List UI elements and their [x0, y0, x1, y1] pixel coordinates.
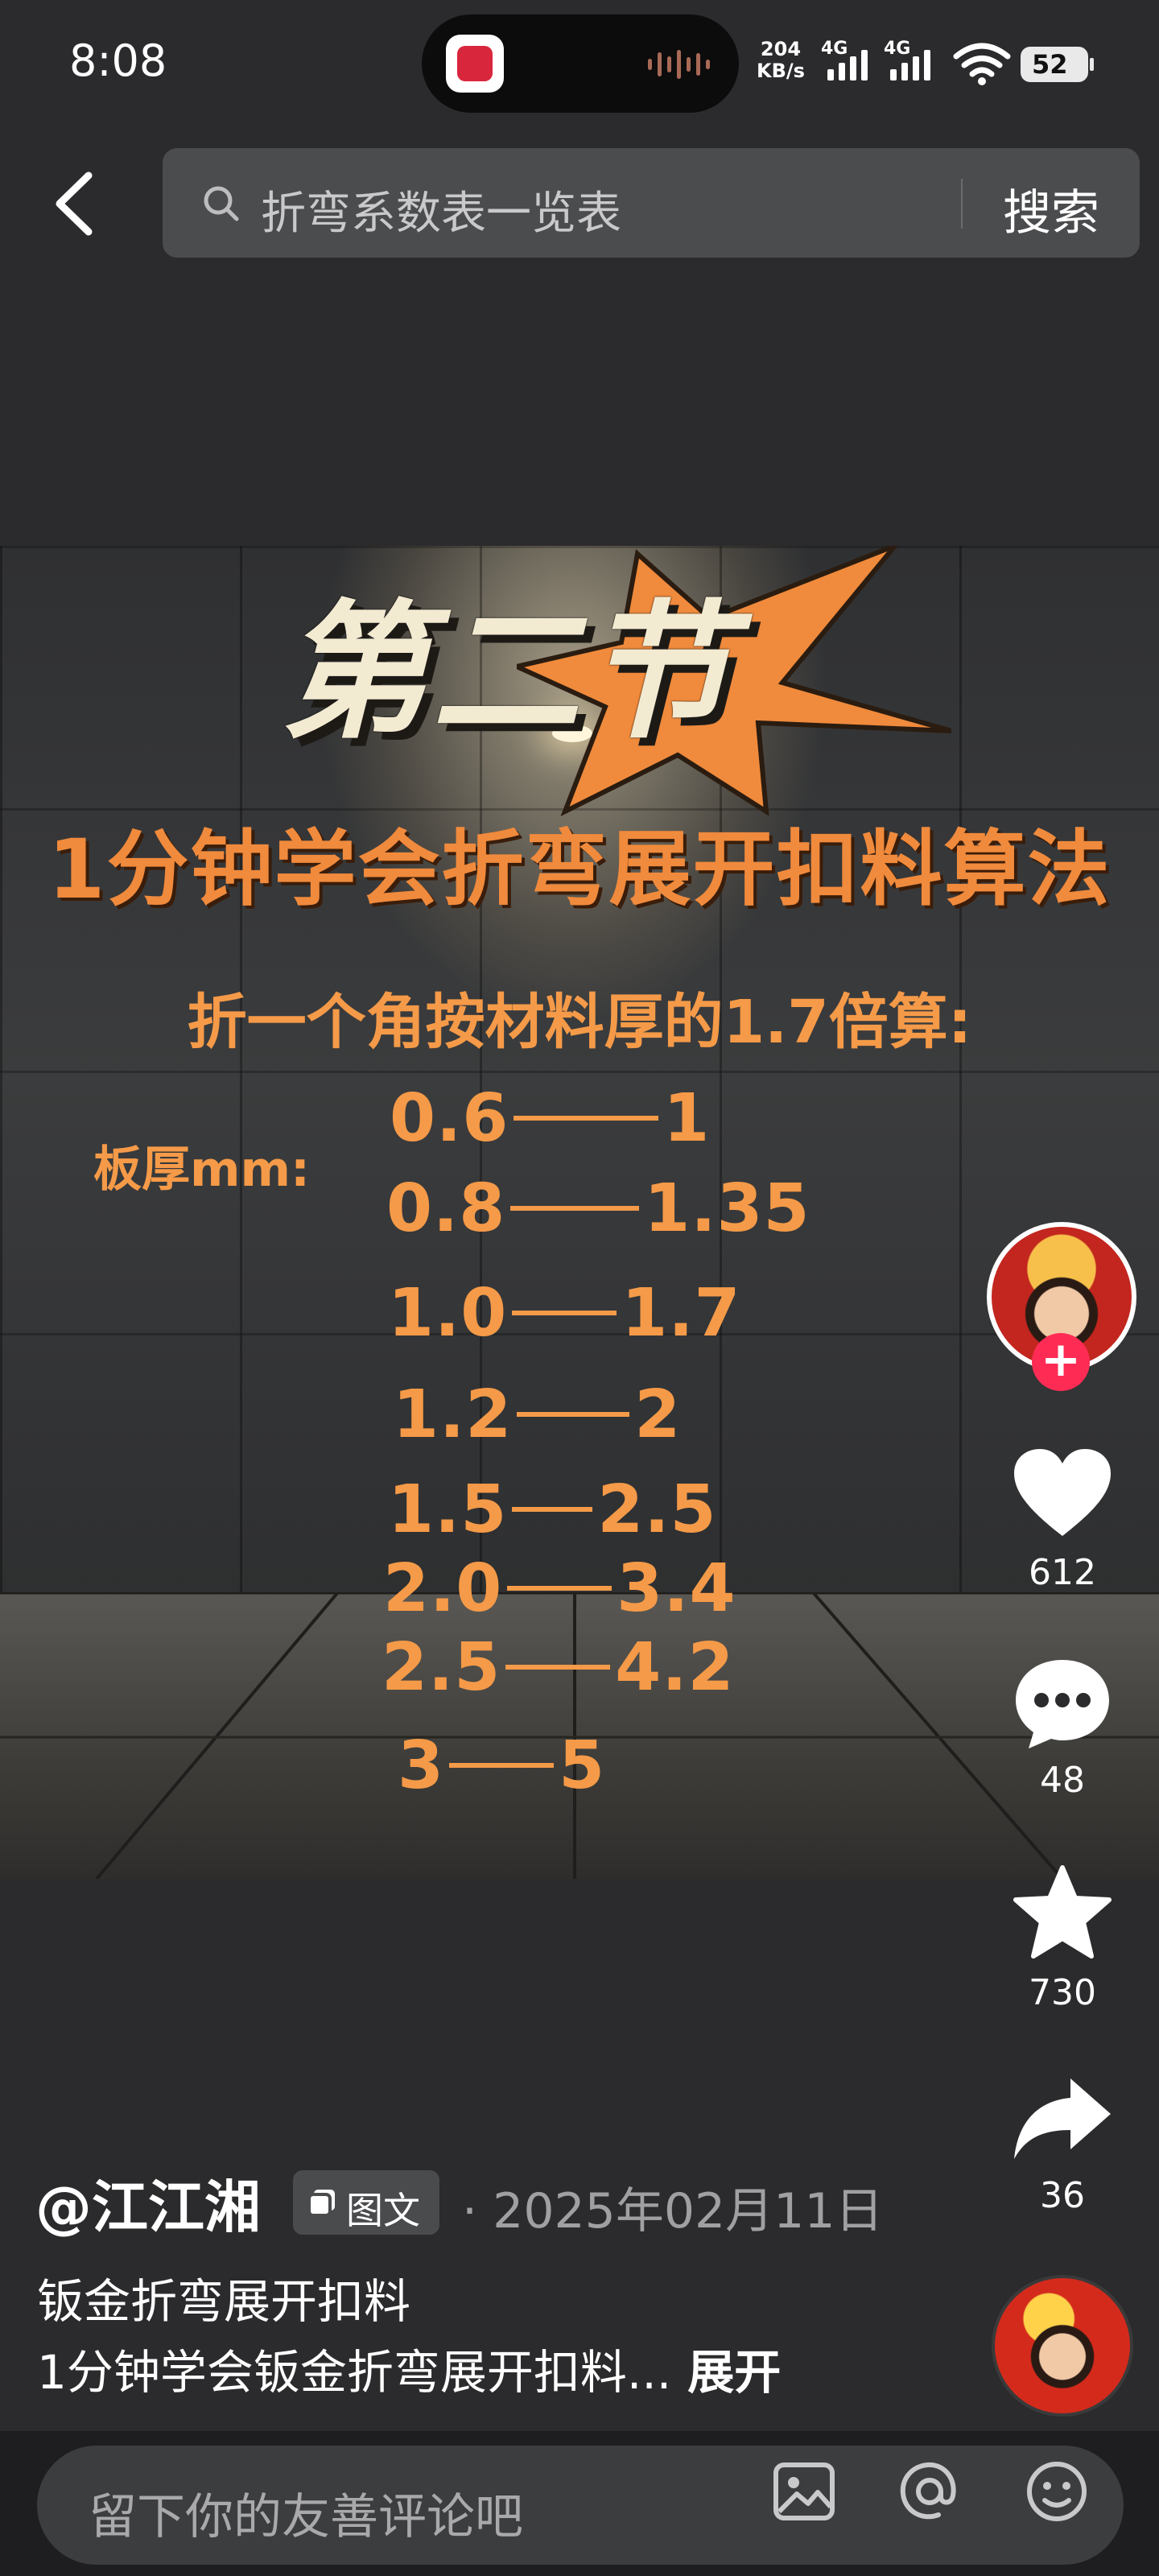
table-row: 2.5 4.2 — [382, 1629, 735, 1706]
expand-button[interactable]: 展开 — [687, 2345, 781, 2400]
deduction-value: 5 — [559, 1728, 606, 1804]
search-bar[interactable]: 折弯系数表一览表 搜索 — [163, 148, 1140, 258]
share-arrow-icon[interactable] — [1011, 2072, 1114, 2169]
wifi-icon — [953, 43, 1011, 85]
music-disc[interactable] — [992, 2275, 1133, 2417]
row-dash — [510, 1205, 640, 1211]
deduction-value: 3.4 — [617, 1550, 736, 1627]
network-speed-value: 204 — [760, 38, 802, 60]
search-button[interactable]: 搜索 — [1003, 174, 1099, 244]
table-row: 1.5 2.5 — [388, 1472, 717, 1548]
comment-bubble-icon[interactable] — [1011, 1655, 1114, 1752]
battery-indicator: 52 — [1021, 47, 1094, 82]
post-type-badge: 图文 — [293, 2170, 439, 2235]
headline: 第二节 — [280, 587, 735, 759]
table-row: 0.6 1 — [390, 1080, 710, 1157]
row-dash — [517, 1411, 630, 1417]
status-time: 8:08 — [69, 35, 167, 86]
network-speed: 204 KB/s — [757, 39, 805, 82]
deduction-value: 1.7 — [621, 1275, 741, 1352]
search-divider — [961, 179, 963, 229]
post-type-label: 图文 — [346, 2189, 420, 2232]
table-row: 35 — [398, 1728, 605, 1804]
image-icon[interactable] — [769, 2457, 839, 2526]
table-row: 0.8 1.35 — [386, 1170, 810, 1247]
emoji-icon[interactable] — [1022, 2457, 1091, 2526]
thickness-value: 1.5 — [388, 1472, 508, 1548]
author-name[interactable]: @江江湘 — [35, 2162, 261, 2244]
thickness-value: 1.0 — [388, 1275, 508, 1352]
cellular-signal-1-icon: 4G — [821, 39, 871, 84]
dynamic-island[interactable] — [422, 14, 739, 113]
cellular-signal-2-icon: 4G — [884, 39, 934, 84]
table-row: 1.0 1.7 — [388, 1275, 741, 1352]
battery-level: 52 — [1032, 49, 1068, 80]
deduction-value: 2 — [634, 1377, 682, 1453]
thickness-label: 板厚mm: — [93, 1141, 311, 1198]
status-bar: 8:08 204 KB/s 4G 4G 52 — [0, 0, 1159, 121]
deduction-value: 1 — [663, 1080, 711, 1157]
chevron-left-icon[interactable] — [48, 169, 105, 238]
network-speed-unit: KB/s — [757, 60, 805, 82]
post-image[interactable]: 第二节 1分钟学会折弯展开扣料算法 折一个角按材料厚的1.7倍算: 板厚mm: … — [0, 546, 1159, 1879]
thickness-value: 1.2 — [393, 1377, 513, 1453]
comment-count: 48 — [1040, 1760, 1085, 1801]
post-title: 钣金折弯展开扣料 — [37, 2274, 411, 2329]
gallery-icon — [307, 2190, 335, 2217]
comment-placeholder: 留下你的友善评论吧 — [89, 2489, 523, 2545]
search-input[interactable]: 折弯系数表一览表 — [261, 177, 621, 242]
thickness-value: 0.8 — [386, 1170, 506, 1247]
thickness-value: 2.0 — [383, 1550, 503, 1627]
thickness-value: 3 — [398, 1728, 445, 1804]
row-dash — [507, 1585, 612, 1591]
like-count: 612 — [1029, 1552, 1096, 1593]
post-date: · 2025年02月11日 — [462, 2183, 884, 2240]
app-logo-icon — [446, 35, 504, 93]
share-count: 36 — [1040, 2175, 1085, 2216]
search-icon — [204, 186, 239, 221]
row-dash — [449, 1762, 555, 1768]
post-description: 1分钟学会钣金折弯展开扣料... 展开 — [37, 2334, 781, 2402]
star-icon[interactable] — [1011, 1864, 1114, 1961]
heart-icon[interactable] — [1011, 1446, 1114, 1542]
row-dash — [512, 1506, 593, 1512]
thickness-value: 2.5 — [382, 1629, 501, 1706]
row-dash — [512, 1310, 617, 1315]
comment-bar: 留下你的友善评论吧 — [0, 2431, 1159, 2576]
post-body: 1分钟学会钣金折弯展开扣料... — [37, 2345, 672, 2400]
deduction-value: 1.35 — [644, 1170, 810, 1247]
audio-wave-icon — [648, 50, 710, 79]
post-subtitle: 1分钟学会折弯展开扣料算法 — [47, 822, 1112, 918]
thickness-value: 0.6 — [390, 1080, 509, 1157]
table-row: 1.2 2 — [393, 1377, 681, 1453]
post-rule: 折一个角按材料厚的1.7倍算: — [187, 988, 972, 1057]
deduction-value: 4.2 — [615, 1629, 735, 1706]
plus-icon[interactable]: + — [1032, 1333, 1090, 1391]
favorite-count: 730 — [1029, 1972, 1096, 2013]
row-dash — [514, 1115, 659, 1121]
row-dash — [505, 1664, 611, 1670]
at-mention-icon[interactable] — [895, 2457, 964, 2526]
deduction-value: 2.5 — [597, 1472, 717, 1548]
table-row: 2.0 3.4 — [383, 1550, 736, 1627]
